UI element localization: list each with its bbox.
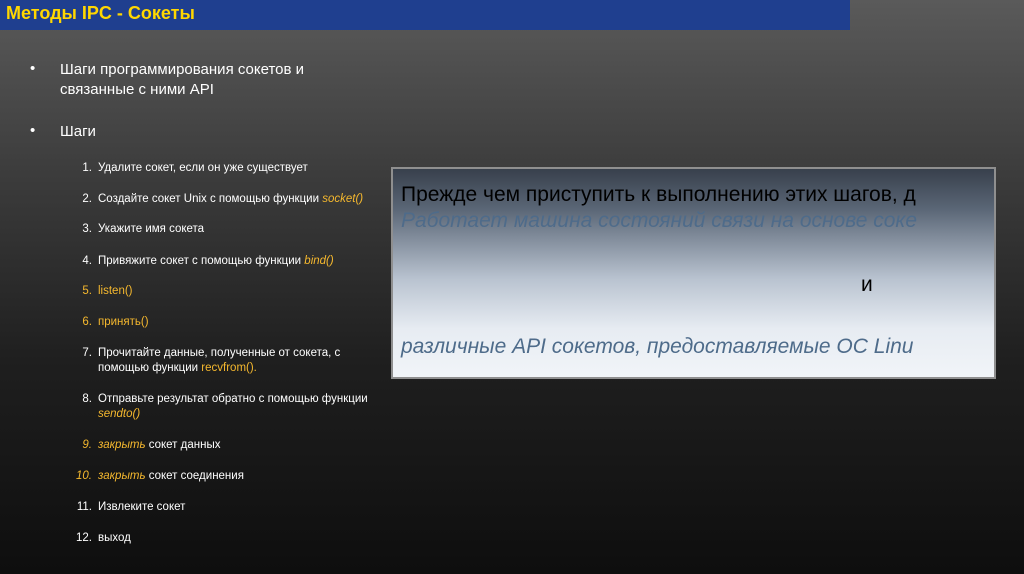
step-text: Создайте сокет Unix с помощью функции so… xyxy=(98,192,363,207)
function-name: bind() xyxy=(304,255,334,267)
step-number: 4. xyxy=(82,255,92,267)
callout-conjunction: и xyxy=(861,273,873,296)
step-text-part: помощью функции xyxy=(98,362,202,374)
step-text-part: Создайте сокет Unix с помощью функции xyxy=(98,193,323,205)
step-text: выход xyxy=(98,532,131,544)
step-text: принять() xyxy=(98,316,149,328)
step-text: Укажите имя сокета xyxy=(98,223,205,235)
step-text-part: Отправьте результат обратно с помощью фу… xyxy=(98,393,368,405)
function-name: socket() xyxy=(322,193,364,205)
step-number: 11. xyxy=(76,501,92,513)
callout-line: Работает машина состояний связи на основ… xyxy=(401,209,918,232)
step-text: listen() xyxy=(98,285,133,297)
step-number: 12. xyxy=(76,532,92,544)
step-number: 1. xyxy=(82,162,92,174)
callout-line: различные API сокетов, предоставляемые О… xyxy=(401,335,914,358)
step-text-part: сокет соединения xyxy=(145,470,244,482)
step-number: 7. xyxy=(82,347,92,359)
step-number: 8. xyxy=(82,393,92,405)
bullet-line: Шаги программирования сокетов и xyxy=(60,61,304,78)
step-text: Привяжите сокет с помощью функции bind() xyxy=(98,254,334,269)
bullet-dot-icon: • xyxy=(30,60,36,77)
step-number: 5. xyxy=(82,285,92,297)
step-text: Удалите сокет, если он уже существует xyxy=(98,162,308,174)
function-name: закрыть xyxy=(98,470,146,482)
bullet-text: Шаги xyxy=(60,122,96,142)
step-number: 10. xyxy=(76,470,92,482)
function-name: sendto() xyxy=(98,408,141,420)
bullet-line: Шаги xyxy=(60,123,96,140)
bullet-text: Шаги программирования сокетов и связанны… xyxy=(60,60,304,100)
step-number: 6. xyxy=(82,316,92,328)
slide-title: Методы IPC - Сокеты xyxy=(6,3,195,23)
callout-box: Прежде чем приступить к выполнению этих … xyxy=(391,167,996,379)
step-text: Прочитайте данные, полученные от сокета,… xyxy=(98,346,340,376)
function-name: закрыть xyxy=(98,439,146,451)
step-number: 9. xyxy=(82,439,92,451)
step-number: 2. xyxy=(82,193,92,205)
bullet-dot-icon: • xyxy=(30,122,36,139)
callout-line: Прежде чем приступить к выполнению этих … xyxy=(401,183,916,206)
step-text: закрыть сокет данных xyxy=(98,438,220,453)
step-text: Отправьте результат обратно с помощью фу… xyxy=(98,392,368,422)
bullet-line: связанные с ними API xyxy=(60,81,214,98)
step-text: закрыть сокет соединения xyxy=(98,469,244,484)
step-text: Извлеките сокет xyxy=(98,501,186,513)
step-text-part: Привяжите сокет с помощью функции xyxy=(98,255,305,267)
step-text-part: Прочитайте данные, полученные от сокета,… xyxy=(98,347,341,359)
step-text-part: сокет данных xyxy=(145,439,221,451)
step-number: 3. xyxy=(82,223,92,235)
title-bar: Методы IPC - Сокеты xyxy=(0,0,850,30)
function-name: recvfrom(). xyxy=(201,362,257,374)
